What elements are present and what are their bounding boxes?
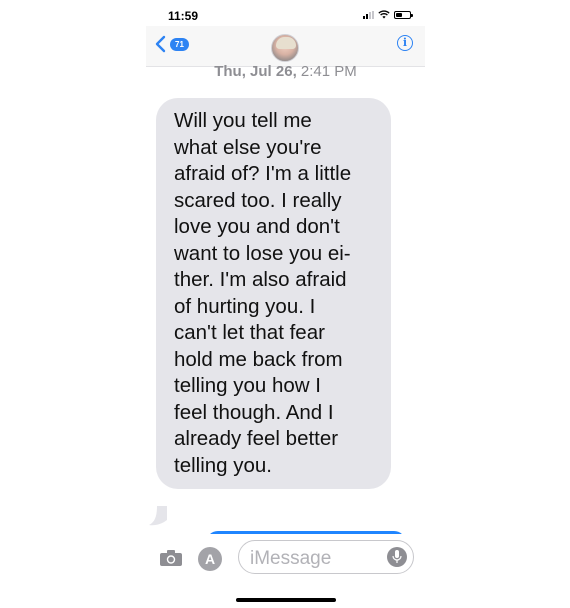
timestamp-time: 2:41 PM [300,63,357,80]
back-button[interactable]: 71 [154,35,189,53]
message-timestamp: Thu, Jul 26, 2:41 PM [146,63,425,80]
imessage-input[interactable]: iMessage [238,540,414,574]
home-indicator[interactable] [236,598,336,602]
battery-icon [394,10,413,19]
message-composer: A iMessage [146,534,425,608]
unread-count-badge: 71 [170,37,189,51]
app-store-icon[interactable]: A [198,547,222,571]
wifi-icon [378,10,390,19]
received-message-bubble[interactable]: Will you tell me what else you're afraid… [156,98,391,489]
signal-icon [363,10,374,19]
bubble-tail [149,506,167,526]
phone-screen: 11:59 71 i Thu, Jul 26, 2:41 PM Will you… [146,0,425,608]
info-icon[interactable]: i [397,35,413,51]
camera-icon[interactable] [160,550,182,566]
status-time: 11:59 [168,9,199,23]
microphone-icon[interactable] [387,547,407,567]
back-chevron-icon [155,35,166,53]
timestamp-date: Thu, Jul 26, [214,63,297,80]
input-placeholder: iMessage [250,548,332,569]
status-icons [363,10,413,19]
conversation-header: 71 i [146,26,425,67]
contact-avatar[interactable] [271,34,299,62]
